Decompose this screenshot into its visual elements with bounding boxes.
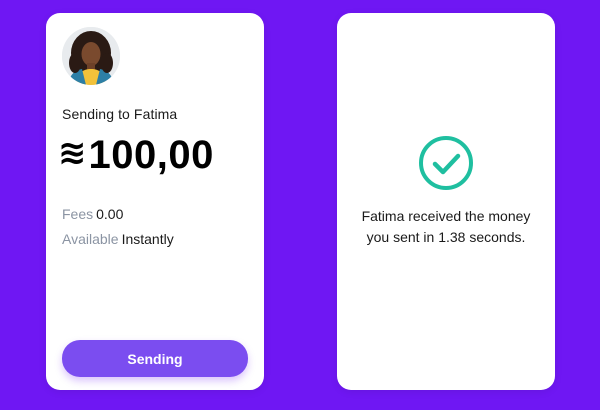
amount-value: 100,00 — [88, 133, 214, 177]
avatar-photo — [62, 27, 120, 85]
fees-label: Fees — [62, 206, 94, 222]
fees-row: Fees 0.00 — [62, 206, 123, 222]
confirmation-message: Fatima received the money you sent in 1.… — [361, 208, 531, 245]
amount-display: ≋ 100,00 — [58, 129, 214, 181]
currency-icon: ≋ — [58, 134, 87, 172]
fees-value: 0.00 — [96, 206, 124, 222]
recipient-avatar — [62, 27, 120, 85]
check-circle-icon — [418, 135, 474, 191]
confirmation-card: Fatima received the money you sent in 1.… — [337, 13, 555, 390]
available-label: Available — [62, 231, 119, 247]
sending-button[interactable]: Sending — [62, 340, 248, 377]
recipient-label: Sending to Fatima — [62, 106, 178, 122]
send-card: Sending to Fatima ≋ 100,00 Fees 0.00 Avai… — [46, 13, 264, 390]
availability-row: Available Instantly — [62, 231, 174, 247]
available-value: Instantly — [121, 231, 174, 247]
